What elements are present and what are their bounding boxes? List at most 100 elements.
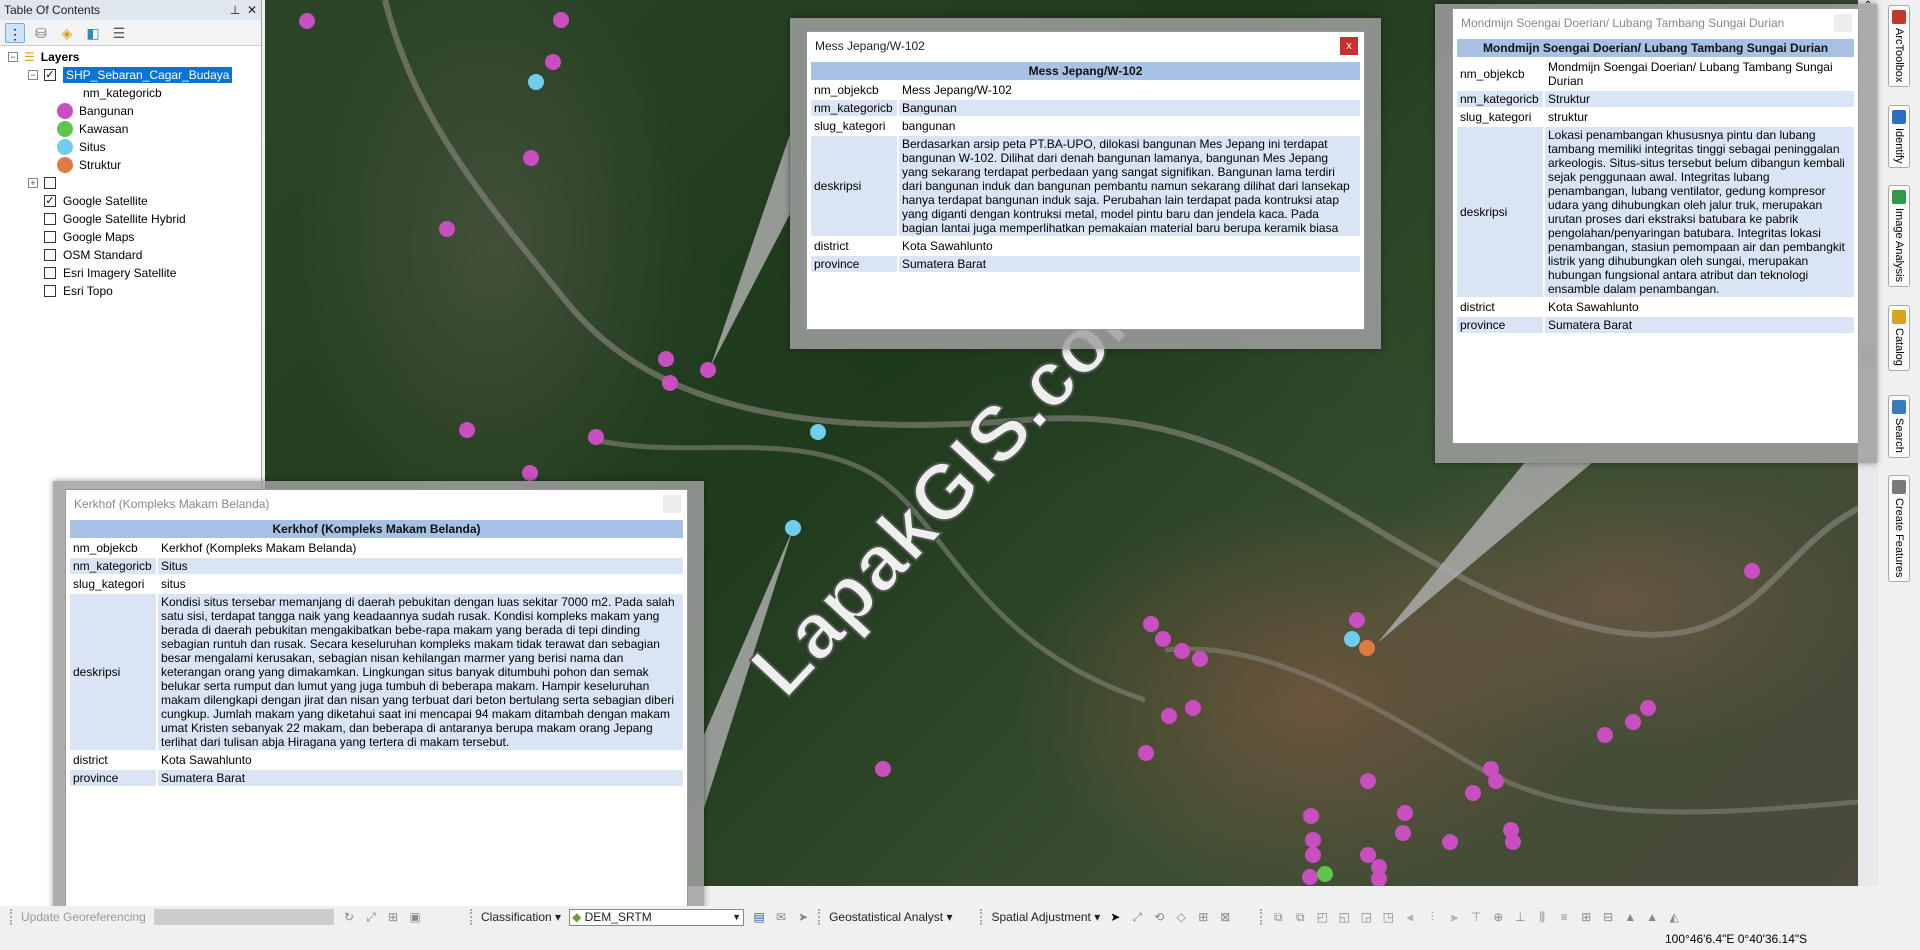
classification-menu[interactable]: Classification ▾ <box>481 910 561 924</box>
symbol-circle-icon[interactable] <box>57 103 73 119</box>
align-left-icon[interactable]: ⫷ <box>1403 910 1417 924</box>
list-by-visibility-icon[interactable]: ◈ <box>57 23 77 43</box>
map-point-bangunan[interactable] <box>522 464 539 481</box>
map-point-struktur[interactable] <box>1358 639 1375 656</box>
map-point-bangunan[interactable] <box>1303 807 1320 824</box>
map-point-bangunan[interactable] <box>1359 773 1376 790</box>
rotate-right-icon[interactable]: ▲ <box>1623 910 1637 924</box>
list-by-drawing-order-icon[interactable]: ⋮ <box>5 22 25 43</box>
select-arrow-icon[interactable]: ➤ <box>796 910 810 924</box>
make-same-size-icon[interactable]: ⊞ <box>1579 910 1593 924</box>
layer-checkbox[interactable] <box>44 231 56 243</box>
map-point-bangunan[interactable] <box>874 760 891 777</box>
rotate-left-icon[interactable]: ▲ <box>1645 910 1659 924</box>
map-point-bangunan[interactable] <box>1640 699 1657 716</box>
group-icon[interactable]: ⧉ <box>1271 910 1285 924</box>
dock-tab-arctoolbox[interactable]: ArcToolbox <box>1888 5 1910 88</box>
symbol-circle-icon[interactable] <box>57 121 73 137</box>
dock-tab-search[interactable]: Search <box>1888 395 1910 458</box>
close-icon[interactable]: ✕ <box>247 3 257 17</box>
align-right-icon[interactable]: ⫸ <box>1447 910 1461 924</box>
layer-checkbox[interactable] <box>44 177 56 189</box>
close-button[interactable]: x <box>1340 37 1358 55</box>
basemap-layer[interactable]: Google Satellite Hybrid <box>0 210 261 228</box>
map-point-bangunan[interactable] <box>458 421 475 438</box>
dock-tab-catalog[interactable]: Catalog <box>1888 305 1910 371</box>
list-by-source-icon[interactable]: ⛁ <box>31 23 51 43</box>
map-point-bangunan[interactable] <box>1744 562 1761 579</box>
bring-forward-icon[interactable]: ◲ <box>1359 910 1373 924</box>
layer-name[interactable]: SHP_Sebaran_Cagar_Budaya <box>63 67 233 83</box>
layer-unnamed[interactable]: + <box>0 174 261 192</box>
layer-checkbox[interactable]: ✓ <box>44 195 56 207</box>
layer-select[interactable]: ◆ DEM_SRTM ▼ <box>569 908 745 926</box>
layer-shp[interactable]: − ✓ SHP_Sebaran_Cagar_Budaya <box>0 66 261 84</box>
layer-checkbox[interactable] <box>44 267 56 279</box>
options-icon[interactable]: ☰ <box>109 23 129 43</box>
align-top-icon[interactable]: ⊤ <box>1469 910 1483 924</box>
edit-tool-icon[interactable]: ➤ <box>1108 910 1122 924</box>
new-displacement-link-icon[interactable]: ⤢ <box>1130 910 1144 924</box>
link-table-icon[interactable]: ⊞ <box>1196 910 1210 924</box>
legend-class-bangunan[interactable]: Bangunan <box>0 102 261 120</box>
flip-icon[interactable]: ◭ <box>1667 910 1681 924</box>
map-point-bangunan[interactable] <box>661 375 678 392</box>
expand-icon[interactable]: + <box>28 178 38 188</box>
basemap-layer[interactable]: OSM Standard <box>0 246 261 264</box>
align-middle-icon[interactable]: ⊕ <box>1491 910 1505 924</box>
histogram-icon[interactable]: ▤ <box>752 910 766 924</box>
distribute-vertical-icon[interactable]: ≡ <box>1557 910 1571 924</box>
basemap-layer[interactable]: Esri Topo <box>0 282 261 300</box>
map-point-bangunan[interactable] <box>1184 699 1201 716</box>
basemap-layer[interactable]: ✓ Google Satellite <box>0 192 261 210</box>
layer-checkbox[interactable] <box>44 285 56 297</box>
pin-icon[interactable]: ⊥ <box>230 3 240 17</box>
ungroup-icon[interactable]: ⧉ <box>1293 910 1307 924</box>
legend-class-struktur[interactable]: Struktur <box>0 156 261 174</box>
legend-class-situs[interactable]: Situs <box>0 138 261 156</box>
collapse-icon[interactable]: − <box>28 70 38 80</box>
layers-root[interactable]: − ☰ Layers <box>0 48 261 66</box>
symbol-circle-icon[interactable] <box>57 157 73 173</box>
fit-to-margins-icon[interactable]: ⊟ <box>1601 910 1615 924</box>
geostatistical-analyst-menu[interactable]: Geostatistical Analyst ▾ <box>829 910 952 924</box>
layer-checkbox[interactable] <box>44 213 56 225</box>
map-point-bangunan[interactable] <box>1370 871 1387 886</box>
layer-checkbox[interactable] <box>44 249 56 261</box>
map-point-bangunan[interactable] <box>1348 611 1365 628</box>
multiple-link-icon[interactable]: ⊠ <box>1218 910 1232 924</box>
basemap-layer[interactable]: Esri Imagery Satellite <box>0 264 261 282</box>
map-point-bangunan[interactable] <box>699 361 716 378</box>
map-point-situs[interactable] <box>1343 631 1360 648</box>
collapse-icon[interactable]: − <box>8 52 18 62</box>
envelope-icon[interactable]: ✉ <box>774 910 788 924</box>
dock-tab-create-features[interactable]: Create Features <box>1888 475 1910 583</box>
map-point-bangunan[interactable] <box>1304 846 1321 863</box>
legend-class-kawasan[interactable]: Kawasan <box>0 120 261 138</box>
rotate-icon[interactable]: ↻ <box>342 910 356 924</box>
map-point-bangunan[interactable] <box>1395 824 1412 841</box>
map-point-bangunan[interactable] <box>1597 726 1614 743</box>
dock-tab-image-analysis[interactable]: Image Analysis <box>1888 185 1910 287</box>
viewer-icon[interactable]: ▣ <box>408 910 422 924</box>
map-point-bangunan[interactable] <box>552 11 569 28</box>
map-point-bangunan[interactable] <box>1304 832 1321 848</box>
spatial-adjustment-menu[interactable]: Spatial Adjustment ▾ <box>991 910 1100 924</box>
link-table-icon[interactable]: ⊞ <box>386 910 400 924</box>
map-point-bangunan[interactable] <box>658 350 675 367</box>
basemap-layer[interactable]: Google Maps <box>0 228 261 246</box>
map-point-bangunan[interactable] <box>1302 868 1319 885</box>
map-point-bangunan[interactable] <box>1396 805 1413 822</box>
modify-link-icon[interactable]: ⟲ <box>1152 910 1166 924</box>
send-backward-icon[interactable]: ◳ <box>1381 910 1395 924</box>
align-center-icon[interactable]: ⫶ <box>1425 910 1439 924</box>
map-point-bangunan[interactable] <box>1192 650 1208 667</box>
map-point-bangunan[interactable] <box>1173 643 1190 660</box>
bring-to-front-icon[interactable]: ◰ <box>1315 910 1329 924</box>
align-bottom-icon[interactable]: ⊥ <box>1513 910 1527 924</box>
limited-adjustment-icon[interactable]: ◇ <box>1174 910 1188 924</box>
layer-checkbox[interactable]: ✓ <box>44 69 56 81</box>
update-georeferencing-button[interactable]: Update Georeferencing <box>21 910 146 924</box>
close-button[interactable] <box>663 495 681 513</box>
distribute-horizontal-icon[interactable]: ⫼ <box>1535 910 1549 924</box>
